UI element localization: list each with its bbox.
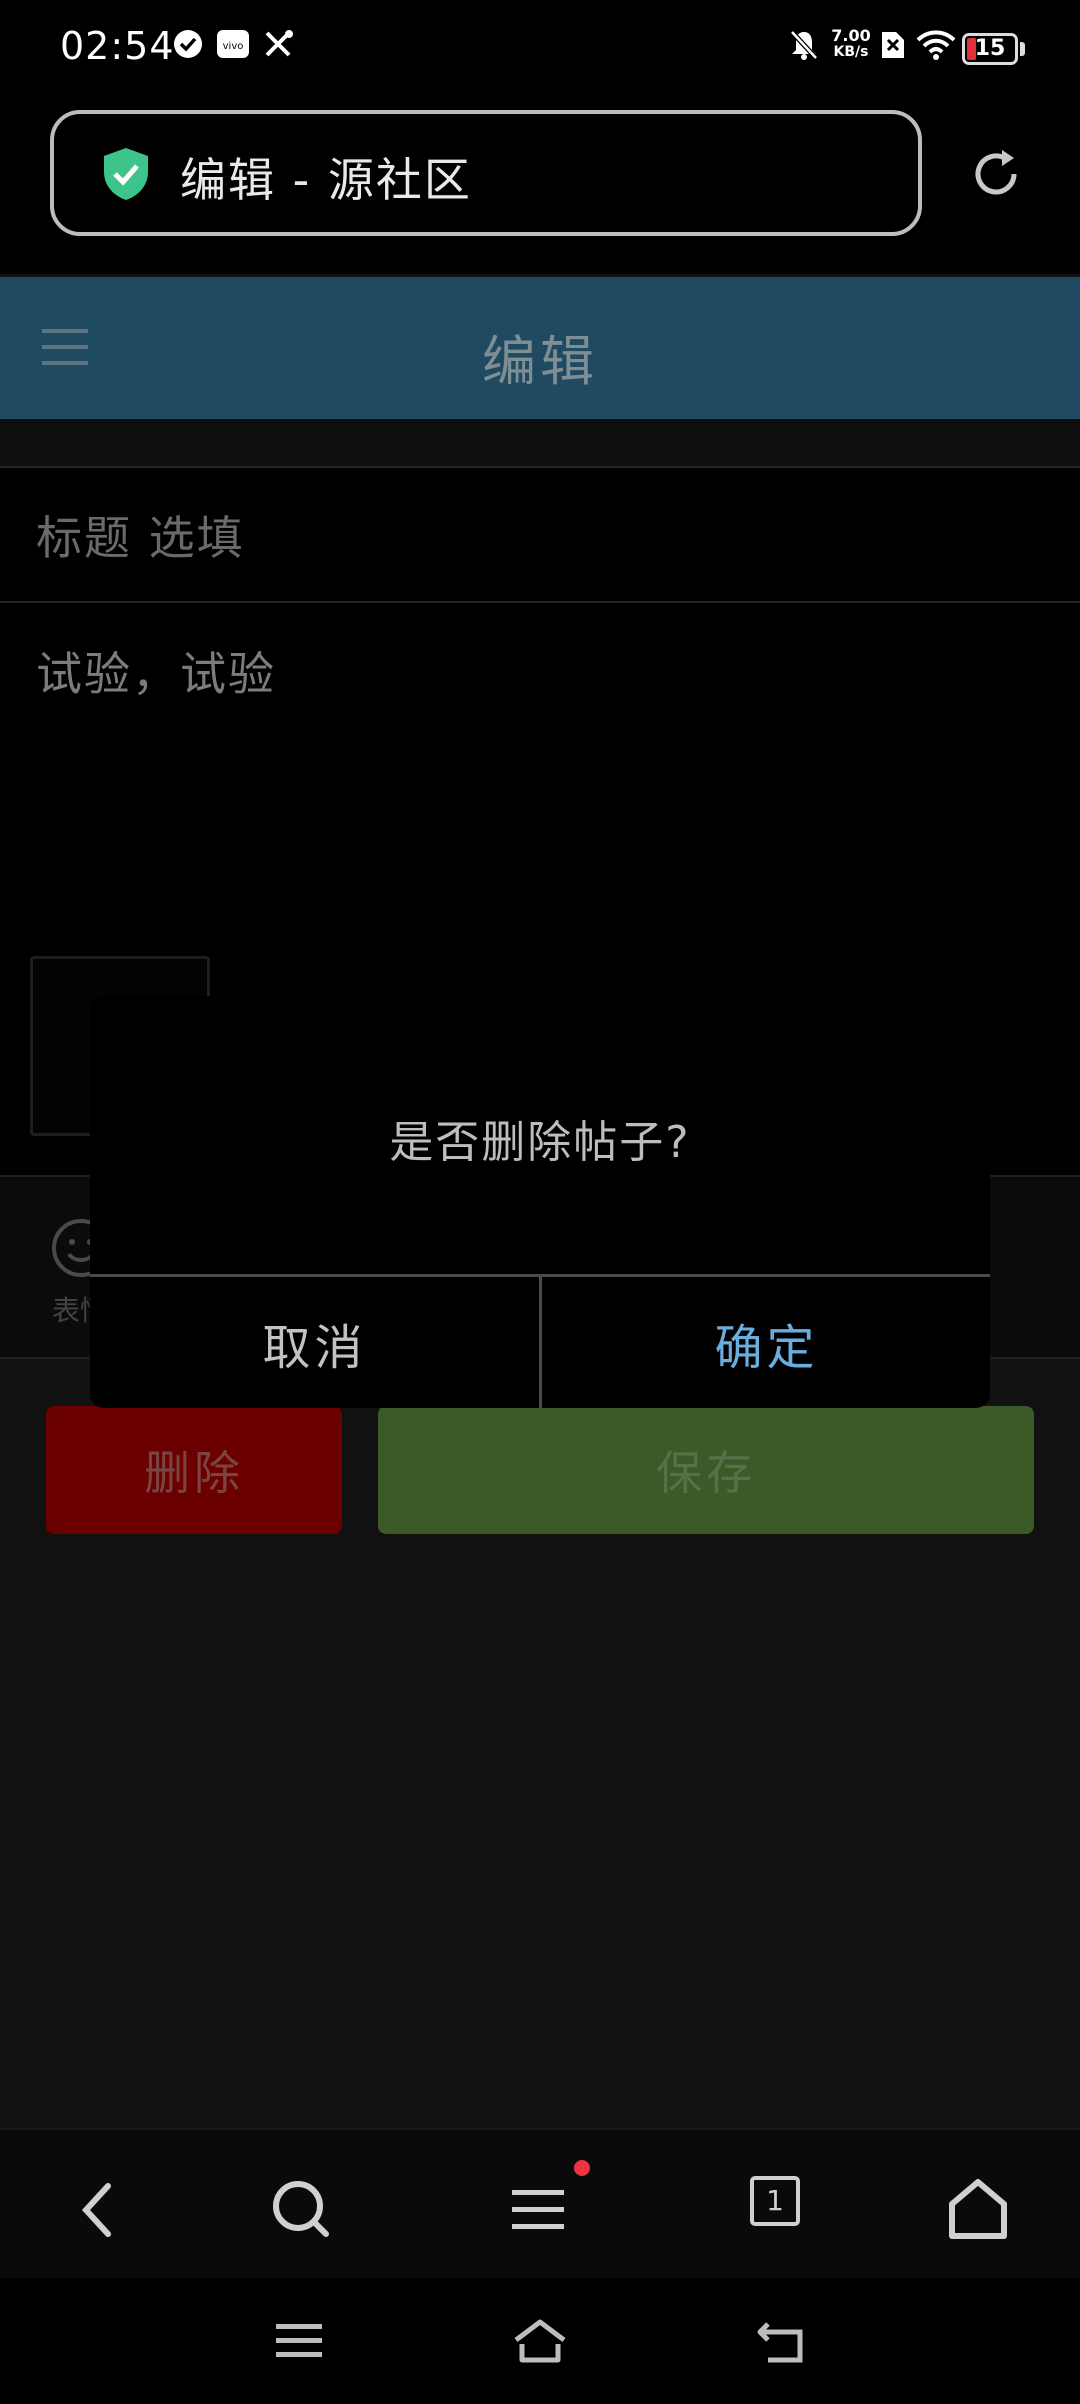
notification-dot: [574, 2160, 590, 2176]
check-circle-icon: [174, 30, 202, 58]
recents-icon[interactable]: [272, 2316, 326, 2366]
status-bar: 02:54 vivo 7.00 KB/s 15: [0, 0, 1080, 96]
divider: [0, 601, 1080, 603]
spacer: [0, 419, 1080, 466]
battery-level: 15: [974, 36, 1006, 61]
home-icon[interactable]: [938, 2170, 1018, 2250]
system-back-icon[interactable]: [754, 2316, 810, 2366]
header-title: 编辑: [482, 330, 598, 393]
bell-off-icon: [790, 30, 818, 60]
address-bar[interactable]: 编辑 - 源社区: [50, 110, 922, 236]
browser-toolbar: [0, 2128, 1080, 2278]
tabs-icon[interactable]: 1: [750, 2176, 800, 2226]
net-speed-value: 7.00: [831, 26, 871, 45]
page-title: 编辑 - 源社区: [180, 153, 472, 207]
status-time: 02:54: [60, 24, 175, 68]
sim-x-icon: [882, 32, 904, 58]
system-home-icon[interactable]: [510, 2316, 570, 2366]
app-header: 编辑: [0, 277, 1080, 419]
back-icon[interactable]: [60, 2170, 140, 2250]
shield-check-icon: [104, 148, 148, 200]
confirm-dialog: 是否删除帖子? 取消 确定: [90, 996, 990, 1408]
title-input[interactable]: 标题 选填: [36, 502, 1036, 568]
net-speed: 7.00 KB/s: [826, 26, 876, 61]
confirm-button[interactable]: 确定: [542, 1277, 990, 1408]
wifi-icon: [916, 30, 956, 60]
tools-icon: [265, 30, 293, 57]
vivo-icon: vivo: [217, 30, 249, 58]
search-icon[interactable]: [262, 2170, 342, 2250]
delete-button[interactable]: 删除: [46, 1406, 342, 1534]
reload-icon[interactable]: [966, 144, 1026, 204]
browser-address-row: 编辑 - 源社区: [0, 96, 1080, 274]
net-speed-unit: KB/s: [833, 44, 869, 60]
menu-icon[interactable]: [498, 2170, 578, 2250]
save-button[interactable]: 保存: [378, 1406, 1034, 1534]
divider: [0, 466, 1080, 468]
cancel-button[interactable]: 取消: [90, 1277, 539, 1408]
battery-nub: [1020, 42, 1025, 56]
body-text[interactable]: 试验，试验: [36, 638, 276, 704]
dialog-message: 是否删除帖子?: [389, 1117, 691, 1168]
svg-text:vivo: vivo: [223, 41, 244, 52]
battery-icon: 15: [962, 33, 1018, 65]
